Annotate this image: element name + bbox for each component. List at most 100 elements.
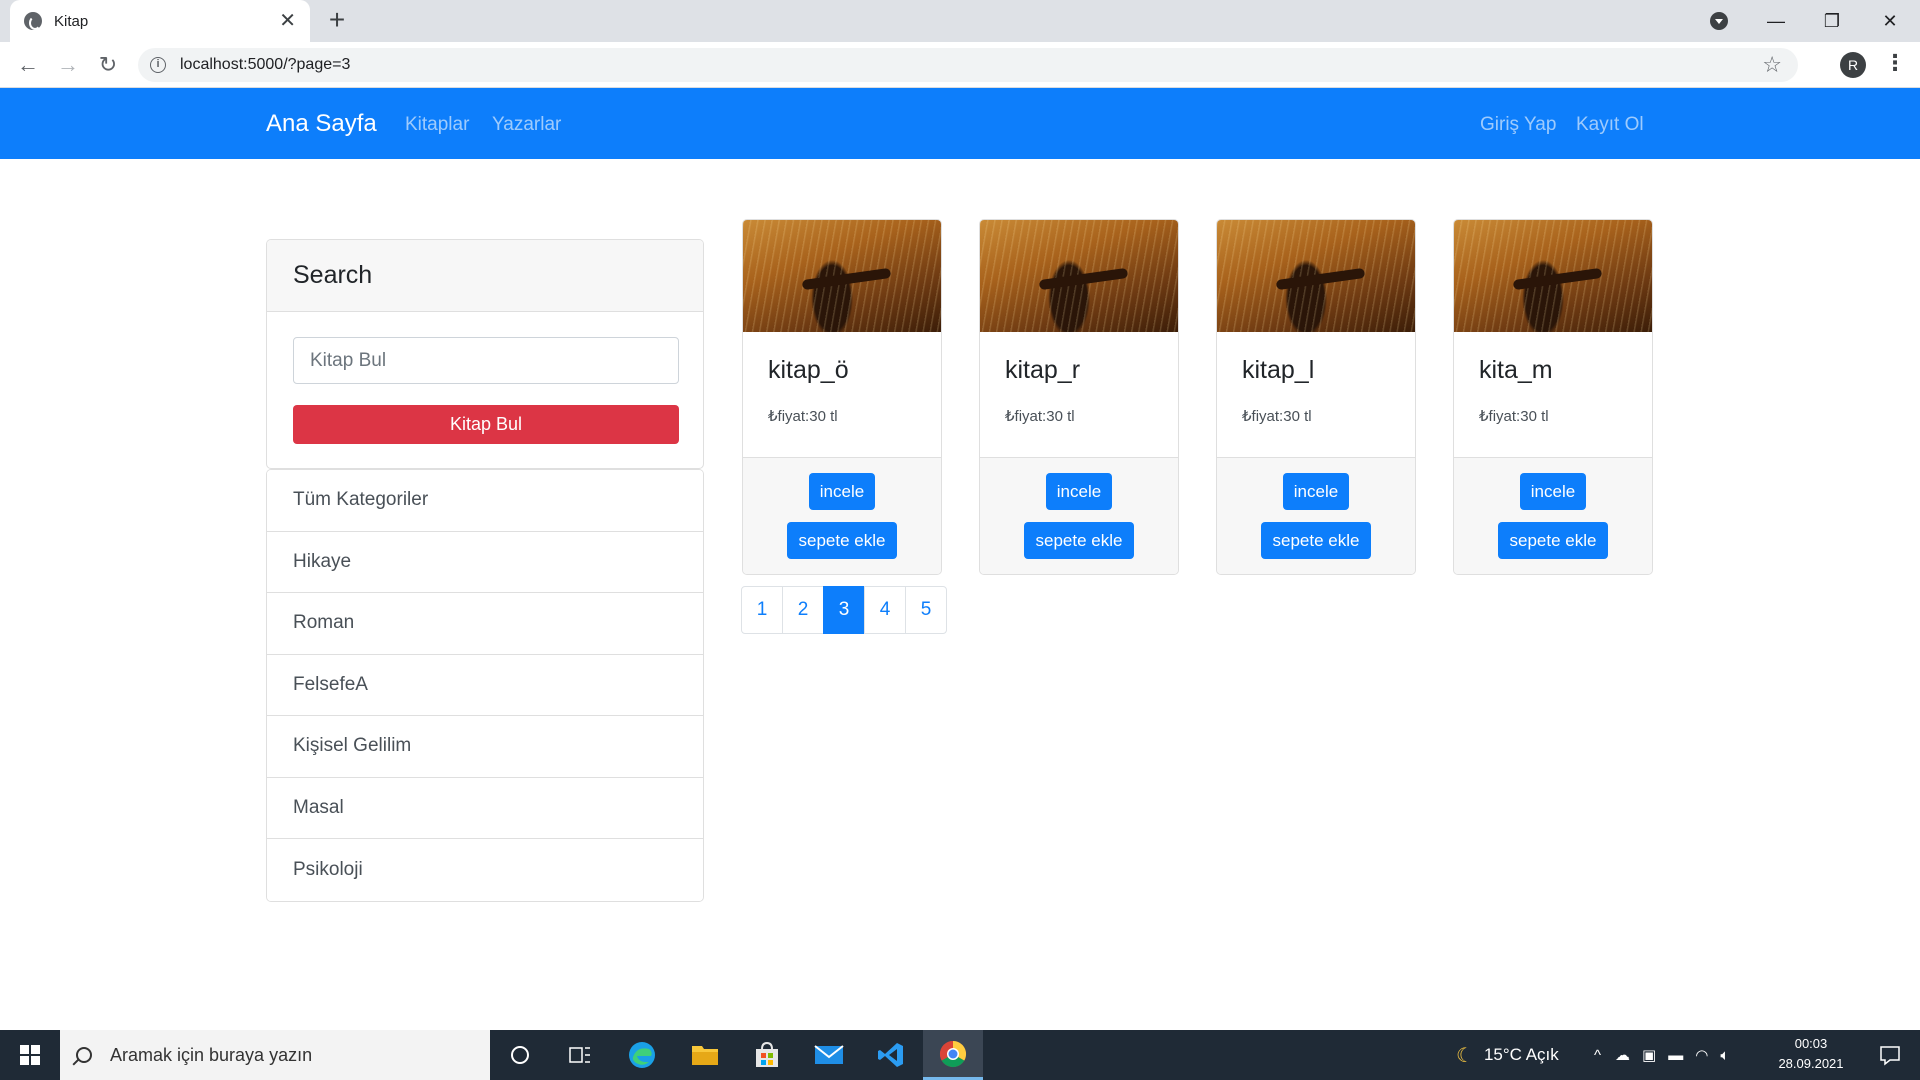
site-navbar: Ana Sayfa Kitaplar Yazarlar Giriş Yap Ka…: [0, 88, 1920, 159]
weather-widget[interactable]: ☾ 15°C Açık: [1456, 1030, 1559, 1080]
taskbar-search-placeholder: Aramak için buraya yazın: [110, 1044, 313, 1065]
register-link[interactable]: Kayıt Ol: [1576, 114, 1644, 136]
view-button[interactable]: incele: [1046, 473, 1112, 510]
add-to-cart-button[interactable]: sepete ekle: [1498, 522, 1608, 559]
tab-search-icon[interactable]: [1710, 12, 1728, 30]
minimize-button[interactable]: —: [1748, 0, 1804, 42]
add-to-cart-button[interactable]: sepete ekle: [787, 522, 897, 559]
view-button[interactable]: incele: [809, 473, 875, 510]
tab-title: Kitap: [54, 12, 89, 30]
clock-date: 28.09.2021: [1778, 1056, 1844, 1071]
close-window-button[interactable]: ✕: [1862, 0, 1918, 42]
tray-icons: ^ ☁ ▣ ▬ ◠ 🔈︎: [1594, 1030, 1729, 1080]
battery-icon[interactable]: ▬: [1668, 1047, 1683, 1064]
windows-logo-icon: [20, 1045, 40, 1065]
taskbar: Aramak için buraya yazın ☾ 15°C Açık ^ ☁…: [0, 1030, 1920, 1080]
chevron-up-icon[interactable]: ^: [1594, 1047, 1601, 1064]
book-cover-image[interactable]: [980, 220, 1178, 332]
page-link-5[interactable]: 5: [905, 586, 947, 634]
browser-toolbar: ← → ↻ i localhost:5000/?page=3 ☆ R ⋮: [0, 42, 1920, 88]
search-heading: Search: [267, 240, 703, 312]
task-view-icon[interactable]: [550, 1030, 610, 1080]
product-title: kita_m: [1479, 356, 1553, 384]
product-card-footer: incele sepete ekle: [1217, 457, 1415, 574]
category-item-roman[interactable]: Roman: [267, 593, 703, 655]
notifications-icon[interactable]: [1860, 1030, 1920, 1080]
search-button[interactable]: Kitap Bul: [293, 405, 679, 444]
brand-link[interactable]: Ana Sayfa: [266, 110, 377, 138]
kebab-menu-icon[interactable]: ⋮: [1884, 50, 1906, 76]
nav-link-yazarlar[interactable]: Yazarlar: [492, 114, 561, 136]
category-list: Tüm Kategoriler Hikaye Roman FelsefeA Ki…: [266, 469, 704, 902]
product-card-footer: incele sepete ekle: [1454, 457, 1652, 574]
edge-browser-icon[interactable]: [612, 1030, 672, 1080]
search-card: Search Kitap Bul: [266, 239, 704, 469]
product-title: kitap_l: [1242, 356, 1315, 384]
nav-link-kitaplar[interactable]: Kitaplar: [405, 114, 469, 136]
product-price: ₺fiyat:30 tl: [1479, 408, 1549, 425]
forward-arrow-icon[interactable]: →: [52, 49, 84, 81]
product-card-footer: incele sepete ekle: [743, 457, 941, 574]
category-item-masal[interactable]: Masal: [267, 777, 703, 839]
product-card: kitap_ö ₺fiyat:30 tl incele sepete ekle: [742, 219, 942, 575]
bookmark-star-icon[interactable]: ☆: [1762, 52, 1782, 78]
add-to-cart-button[interactable]: sepete ekle: [1024, 522, 1134, 559]
chrome-icon[interactable]: [923, 1030, 983, 1080]
product-title: kitap_r: [1005, 356, 1081, 384]
view-button[interactable]: incele: [1520, 473, 1586, 510]
store-icon[interactable]: [737, 1030, 797, 1080]
onedrive-cloud-icon[interactable]: ☁: [1615, 1046, 1630, 1064]
page-link-3-active[interactable]: 3: [823, 586, 865, 634]
browser-tab[interactable]: Kitap ✕: [10, 0, 310, 42]
taskbar-search-box[interactable]: Aramak için buraya yazın: [60, 1030, 490, 1080]
new-tab-button[interactable]: +: [322, 5, 352, 35]
globe-icon: [24, 12, 42, 30]
back-arrow-icon[interactable]: ←: [12, 49, 44, 81]
category-item-hikaye[interactable]: Hikaye: [267, 531, 703, 593]
product-card: kita_m ₺fiyat:30 tl incele sepete ekle: [1453, 219, 1653, 575]
moon-icon: ☾: [1456, 1044, 1474, 1067]
page-link-4[interactable]: 4: [864, 586, 906, 634]
volume-icon[interactable]: 🔈︎: [1720, 1047, 1729, 1064]
product-card-footer: incele sepete ekle: [980, 457, 1178, 574]
page-link-1[interactable]: 1: [741, 586, 783, 634]
wifi-icon[interactable]: ◠: [1695, 1046, 1708, 1064]
weather-text: 15°C Açık: [1483, 1045, 1559, 1064]
book-cover-image[interactable]: [1217, 220, 1415, 332]
url-text: localhost:5000/?page=3: [180, 56, 351, 73]
search-icon: [76, 1047, 92, 1063]
windows-start-button[interactable]: [0, 1030, 60, 1080]
product-card: kitap_r ₺fiyat:30 tl incele sepete ekle: [979, 219, 1179, 575]
address-bar[interactable]: i localhost:5000/?page=3 ☆: [138, 48, 1798, 82]
close-tab-icon[interactable]: ✕: [279, 11, 296, 31]
clock-time: 00:03: [1794, 1036, 1828, 1051]
category-item-felsefe[interactable]: FelsefeA: [267, 654, 703, 716]
meet-now-icon[interactable]: ▣: [1642, 1046, 1656, 1064]
browser-tabstrip: Kitap ✕ + — ❐ ✕: [0, 0, 1920, 42]
reload-icon[interactable]: ↻: [92, 49, 124, 81]
product-price: ₺fiyat:30 tl: [1242, 408, 1312, 425]
mail-icon[interactable]: [799, 1030, 859, 1080]
category-item-psikoloji[interactable]: Psikoloji: [267, 839, 703, 901]
taskbar-clock[interactable]: 00:03 28.09.2021: [1766, 1034, 1856, 1074]
pagination: 1 2 3 4 5: [741, 586, 947, 634]
vscode-icon[interactable]: [861, 1030, 921, 1080]
product-price: ₺fiyat:30 tl: [768, 408, 838, 425]
search-input[interactable]: [293, 337, 679, 384]
page-link-2[interactable]: 2: [782, 586, 824, 634]
login-link[interactable]: Giriş Yap: [1480, 114, 1556, 136]
file-explorer-icon[interactable]: [675, 1030, 735, 1080]
add-to-cart-button[interactable]: sepete ekle: [1261, 522, 1371, 559]
info-icon[interactable]: i: [150, 57, 166, 73]
product-title: kitap_ö: [768, 356, 849, 384]
profile-avatar[interactable]: R: [1840, 52, 1866, 78]
book-cover-image[interactable]: [743, 220, 941, 332]
category-item-tum[interactable]: Tüm Kategoriler: [267, 470, 703, 532]
book-cover-image[interactable]: [1454, 220, 1652, 332]
product-card: kitap_l ₺fiyat:30 tl incele sepete ekle: [1216, 219, 1416, 575]
view-button[interactable]: incele: [1283, 473, 1349, 510]
category-item-kisisel-gelisim[interactable]: Kişisel Gelilim: [267, 716, 703, 778]
product-price: ₺fiyat:30 tl: [1005, 408, 1075, 425]
cortana-icon[interactable]: [490, 1030, 550, 1080]
restore-button[interactable]: ❐: [1804, 0, 1860, 42]
